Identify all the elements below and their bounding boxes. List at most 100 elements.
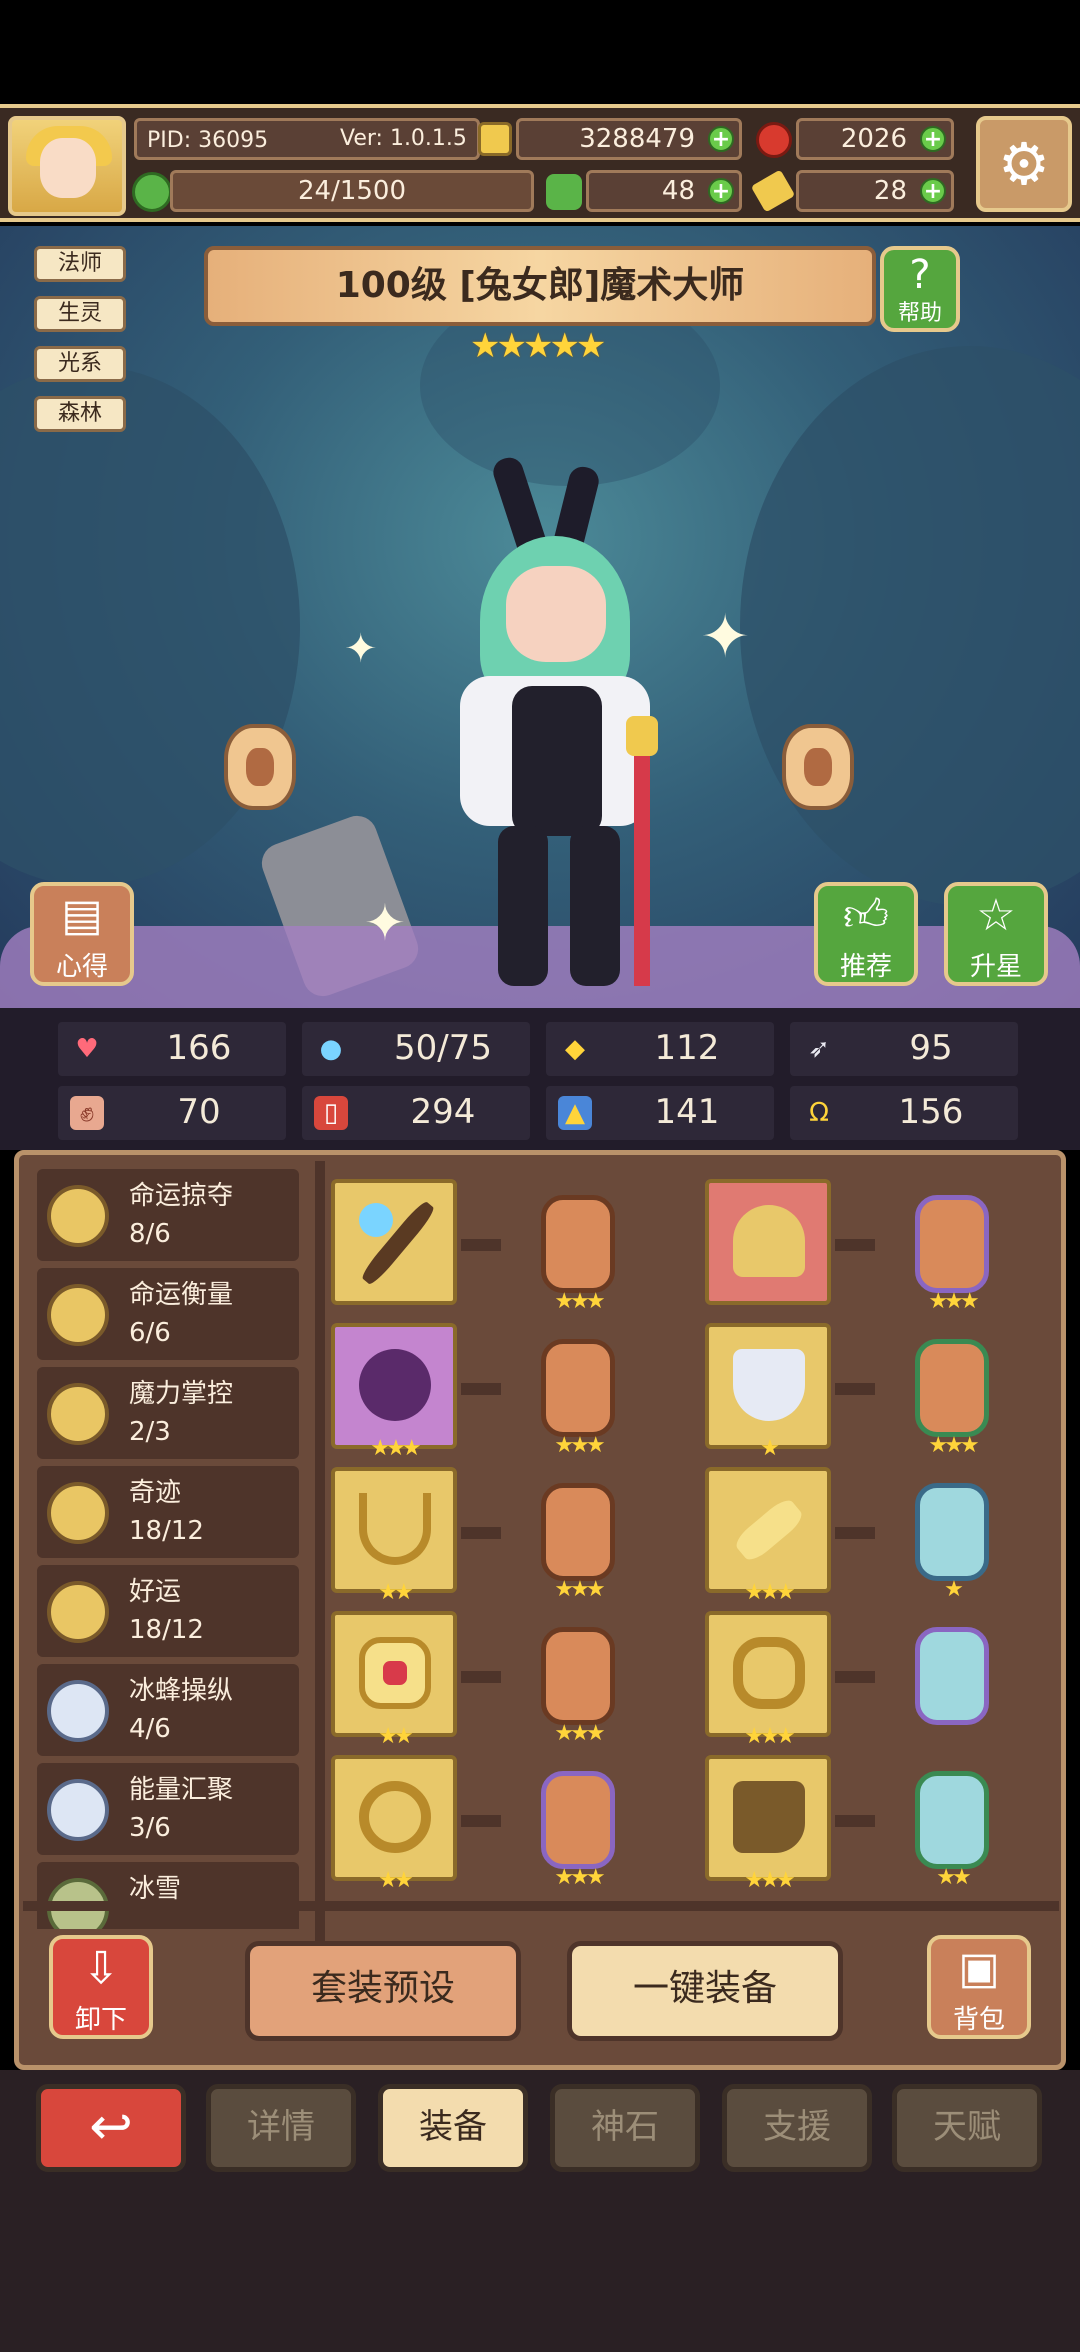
gold-plus-icon[interactable]: + bbox=[708, 126, 734, 152]
clover-plus-icon[interactable]: + bbox=[708, 178, 734, 204]
stat-luck: Ω 156 bbox=[790, 1086, 1018, 1140]
slot-connector bbox=[461, 1671, 501, 1683]
skill-item[interactable]: 魔力掌控 2/3 bbox=[37, 1367, 299, 1459]
skill-item[interactable]: 好运 18/12 bbox=[37, 1565, 299, 1657]
stamina-bar: 24/1500 bbox=[170, 170, 534, 212]
skill-item[interactable]: 冰雪 bbox=[37, 1862, 299, 1929]
recommend-label: 推荐 bbox=[839, 952, 892, 982]
skill-item[interactable]: 冰蜂操纵 4/6 bbox=[37, 1664, 299, 1756]
tree-right bbox=[740, 346, 1080, 906]
shield-icon: ◆ bbox=[565, 1034, 585, 1064]
stat-value: 50/75 bbox=[394, 1028, 492, 1068]
panel-divider bbox=[315, 1161, 325, 1941]
unequip-button[interactable]: ⇩ 卸下 bbox=[49, 1935, 153, 2039]
skill-item[interactable]: 能量汇聚 3/6 bbox=[37, 1763, 299, 1855]
rune-slot[interactable]: ★★ bbox=[915, 1771, 989, 1890]
skill-item[interactable]: 命运掠夺 8/6 bbox=[37, 1169, 299, 1261]
tab-support[interactable]: 支援 bbox=[722, 2084, 872, 2172]
rune-slot[interactable]: ★★★ bbox=[915, 1195, 989, 1314]
heart-icon: ♥ bbox=[75, 1034, 99, 1064]
stats-panel: ♥ 166 ● 50/75 ◆ 112 ➶ 95 ✊︎ 70 ▯ 294 ▲ 1… bbox=[0, 1008, 1080, 1150]
necklace-slot[interactable]: ★★ bbox=[331, 1467, 457, 1605]
notes-button[interactable]: ▤ 心得 bbox=[30, 882, 134, 986]
notes-book-icon: ▤ bbox=[61, 890, 103, 941]
scepter-slot[interactable] bbox=[331, 1179, 457, 1305]
ring-slot[interactable]: ★★ bbox=[331, 1755, 457, 1893]
slot-connector bbox=[461, 1239, 501, 1251]
gem-brooch-slot[interactable]: ★★ bbox=[331, 1611, 457, 1749]
bag-button[interactable]: ▣ 背包 bbox=[927, 1935, 1031, 2039]
settings-gear-icon[interactable]: ⚙ bbox=[976, 116, 1072, 212]
slot-connector bbox=[461, 1527, 501, 1539]
bag-label: 背包 bbox=[952, 2005, 1005, 2035]
skill-item[interactable]: 奇迹 18/12 bbox=[37, 1466, 299, 1558]
hero-scene: 法师 生灵 光系 森林 100级 [兔女郎]魔术大师 ★★★★★ ? 帮助 ✦ … bbox=[0, 226, 1080, 1008]
stat-mana: ● 50/75 bbox=[302, 1022, 530, 1076]
notes-label: 心得 bbox=[55, 952, 108, 982]
skill-name: 冰雪 bbox=[129, 1874, 182, 1904]
tab-details[interactable]: 详情 bbox=[206, 2084, 356, 2172]
arrow-down-icon: ⇩ bbox=[82, 1943, 120, 1994]
skill-badge-icon bbox=[47, 1680, 109, 1742]
sparkle-icon: ✦ bbox=[700, 602, 751, 672]
stat-value: 95 bbox=[909, 1028, 953, 1068]
player-avatar[interactable] bbox=[8, 116, 126, 216]
skill-item[interactable]: 命运衡量 6/6 bbox=[37, 1268, 299, 1360]
tab-talent[interactable]: 天赋 bbox=[892, 2084, 1042, 2172]
rune-stars: ★★★ bbox=[928, 1433, 979, 1458]
rune-slot[interactable]: ★★★ bbox=[541, 1627, 615, 1746]
unequip-label: 卸下 bbox=[74, 2005, 127, 2035]
key-value: 28 bbox=[873, 176, 907, 206]
panel-separator bbox=[23, 1901, 1059, 1911]
star-up-button[interactable]: ☆ 升星 bbox=[944, 882, 1048, 986]
slot-connector bbox=[835, 1671, 875, 1683]
help-button[interactable]: ? 帮助 bbox=[880, 246, 960, 332]
scroll-slot[interactable]: ★★★ bbox=[705, 1467, 831, 1605]
item-stars: ★★ bbox=[378, 1724, 413, 1749]
stat-attack: ✊︎ 70 bbox=[58, 1086, 286, 1140]
boots-slot[interactable]: ★★★ bbox=[705, 1755, 831, 1893]
sparkle-icon: ✦ bbox=[344, 626, 378, 672]
preset-button[interactable]: 套装预设 bbox=[245, 1941, 521, 2041]
rune-slot[interactable] bbox=[915, 1627, 989, 1725]
skill-name: 魔力掌控 bbox=[129, 1379, 234, 1409]
skill-progress: 2/3 bbox=[129, 1417, 171, 1447]
orb-slot[interactable]: ★★★ bbox=[331, 1323, 457, 1461]
recommend-button[interactable]: 👍︎ 推荐 bbox=[814, 882, 918, 986]
equip-all-button[interactable]: 一键装备 bbox=[567, 1941, 843, 2041]
top-bar: PID: 36095 Ver: 1.0.1.5 3288479 + 2026 +… bbox=[0, 104, 1080, 222]
rune-slot[interactable]: ★★★ bbox=[541, 1483, 615, 1602]
mana-drop-icon: ● bbox=[319, 1034, 343, 1064]
star-up-label: 升星 bbox=[969, 952, 1022, 982]
back-button[interactable]: ↩ bbox=[36, 2084, 186, 2172]
rune-slot[interactable]: ★★★ bbox=[541, 1339, 615, 1458]
gem-plus-icon[interactable]: + bbox=[920, 126, 946, 152]
clover-value: 48 bbox=[661, 176, 695, 206]
gold-value: 3288479 bbox=[579, 124, 695, 154]
gem-icon bbox=[756, 122, 792, 158]
skill-name: 冰蜂操纵 bbox=[129, 1676, 234, 1706]
bracelet-slot[interactable]: ★★★ bbox=[705, 1611, 831, 1749]
sparkle-icon: ✦ bbox=[364, 894, 406, 952]
horn-crown-slot[interactable] bbox=[705, 1179, 831, 1305]
stat-value: 294 bbox=[410, 1092, 476, 1132]
rune-slot[interactable]: ★★★ bbox=[541, 1195, 615, 1314]
boot-icon: ▲ bbox=[558, 1096, 592, 1130]
slot-connector bbox=[461, 1383, 501, 1395]
rune-slot[interactable]: ★★★ bbox=[915, 1339, 989, 1458]
tab-divine-stone[interactable]: 神石 bbox=[550, 2084, 700, 2172]
cape-slot[interactable]: ★ bbox=[705, 1323, 831, 1461]
key-plus-icon[interactable]: + bbox=[920, 178, 946, 204]
rune-stars: ★★★ bbox=[554, 1865, 605, 1890]
rune-slot[interactable]: ★ bbox=[915, 1483, 989, 1602]
clover-icon bbox=[546, 174, 582, 210]
rune-slot[interactable]: ★★★ bbox=[541, 1771, 615, 1890]
skill-list[interactable]: 命运掠夺 8/6 命运衡量 6/6 魔力掌控 2/3 奇迹 18/12 好运 18/12 … bbox=[37, 1169, 309, 1929]
skill-name: 能量汇聚 bbox=[129, 1775, 234, 1805]
skill-progress: 8/6 bbox=[129, 1219, 171, 1249]
item-stars: ★★★ bbox=[744, 1724, 795, 1749]
item-stars: ★★★ bbox=[744, 1868, 795, 1893]
tag-race: 生灵 bbox=[34, 296, 126, 332]
tab-equipment[interactable]: 装备 bbox=[378, 2084, 528, 2172]
question-icon: ? bbox=[909, 252, 931, 298]
